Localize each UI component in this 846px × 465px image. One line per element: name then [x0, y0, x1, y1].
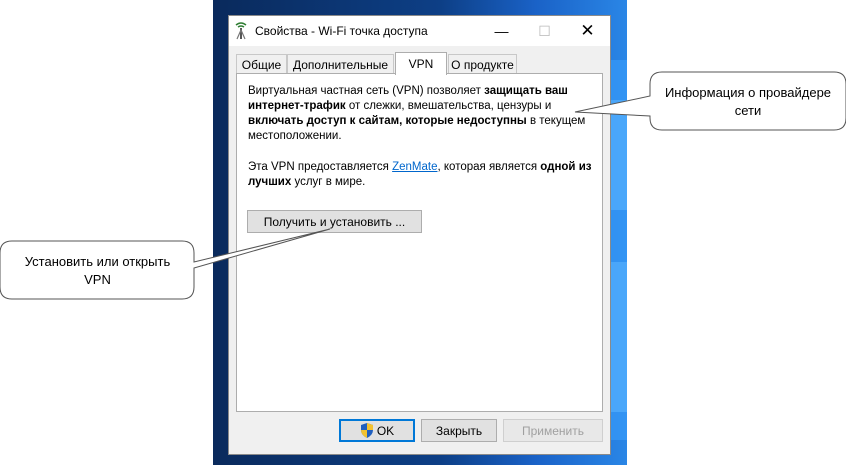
- description-text: Виртуальная частная сеть (VPN) позволяет: [248, 85, 485, 97]
- close-icon: ✕: [580, 21, 595, 40]
- properties-dialog: Свойства - Wi-Fi точка доступа — ☐ ✕ Общ…: [228, 15, 611, 455]
- apply-button[interactable]: Применить: [503, 419, 603, 442]
- minimize-button[interactable]: —: [479, 16, 524, 46]
- wifi-antenna-icon: [233, 22, 249, 40]
- close-button[interactable]: ✕: [565, 16, 610, 46]
- ok-button-label: OK: [376, 423, 395, 438]
- tab-advanced[interactable]: Дополнительные: [287, 54, 394, 74]
- tab-vpn[interactable]: VPN: [395, 52, 447, 75]
- vpn-tab-panel: Виртуальная частная сеть (VPN) позволяет…: [236, 73, 603, 412]
- get-and-install-button[interactable]: Получить и установить ...: [247, 210, 422, 233]
- provider-text: , которая является: [437, 161, 541, 173]
- provider-description: Эта VPN предоставляется ZenMate, которая…: [248, 160, 593, 190]
- window-title: Свойства - Wi-Fi точка доступа: [255, 24, 428, 38]
- install-vpn-callout: Установить или открыть VPN: [24, 254, 171, 287]
- uac-shield-icon: [360, 423, 374, 438]
- maximize-icon: ☐: [538, 22, 551, 39]
- vpn-description: Виртуальная частная сеть (VPN) позволяет…: [248, 84, 593, 144]
- description-bold-text: включать доступ к сайтам, которые недост…: [248, 115, 527, 127]
- provider-text: Эта VPN предоставляется: [248, 161, 393, 173]
- title-bar[interactable]: Свойства - Wi-Fi точка доступа — ☐ ✕: [229, 16, 610, 46]
- zenmate-link[interactable]: ZenMate: [392, 161, 437, 173]
- provider-text: услуг в мире.: [291, 176, 366, 188]
- maximize-button[interactable]: ☐: [522, 16, 567, 46]
- minimize-icon: —: [494, 23, 509, 39]
- provider-info-callout: Информация о провайдере сети: [664, 85, 832, 118]
- description-text: от слежки, вмешательства, цензуры и: [345, 100, 552, 112]
- close-dialog-button[interactable]: Закрыть: [421, 419, 497, 442]
- tab-about[interactable]: О продукте: [448, 54, 517, 74]
- ok-button[interactable]: OK: [339, 419, 415, 442]
- tab-general[interactable]: Общие: [236, 54, 287, 74]
